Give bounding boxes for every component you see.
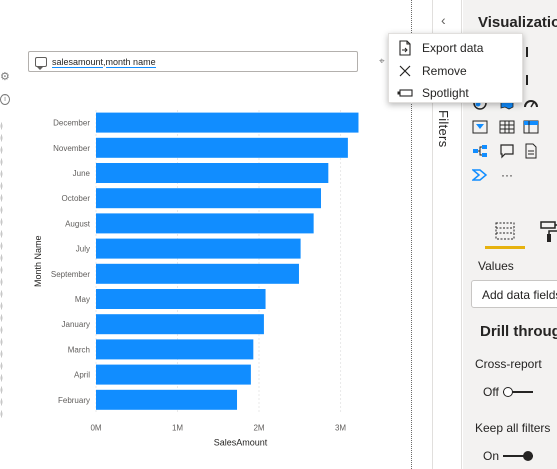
cross-report-switch[interactable] (502, 387, 533, 397)
y-tick-label: August (65, 219, 91, 228)
report-canvas: ⚙ i salesamount,month name ⌖ 0M 1M 2M 3M Dec… (0, 0, 412, 469)
tab-build-visual[interactable] (485, 220, 525, 248)
menu-item-remove[interactable]: Remove (389, 59, 524, 82)
values-well-label: Values (478, 259, 514, 273)
close-icon (397, 63, 413, 79)
x-tick-label: 1M (172, 423, 183, 432)
menu-item-spotlight[interactable]: Spotlight (389, 81, 524, 104)
bar[interactable] (96, 163, 329, 183)
paint-roller-icon (540, 221, 557, 242)
qa-query-part2: month name (105, 56, 156, 68)
menu-label-spotlight: Spotlight (422, 85, 469, 100)
visual-context-menu: Export data Remove Spotlight (388, 33, 523, 103)
y-tick-label: October (62, 194, 91, 203)
tab-format-visual[interactable] (539, 220, 557, 244)
fields-well-icon (495, 222, 515, 240)
bar[interactable] (96, 339, 254, 360)
y-tick-label: July (76, 245, 90, 254)
bar[interactable] (96, 263, 299, 284)
export-icon (397, 39, 413, 56)
y-tick-label: November (53, 144, 90, 153)
bar-chart[interactable]: 0M 1M 2M 3M December November June October Augus… (0, 100, 412, 450)
add-data-fields-drop[interactable]: Add data fields (471, 280, 557, 308)
filters-pane-label[interactable]: Filters (436, 110, 451, 148)
x-tick-label: 3M (335, 423, 346, 432)
visualizations-title: Visualizations (478, 14, 557, 31)
y-tick-label: April (74, 371, 90, 380)
y-tick-label: March (68, 345, 90, 354)
clustered-column-icon[interactable] (522, 42, 540, 60)
menu-label-export-data: Export data (422, 40, 484, 55)
menu-label-remove: Remove (422, 63, 467, 78)
menu-item-export-data[interactable]: Export data (389, 36, 524, 59)
active-tab-indicator (485, 246, 525, 249)
keep-all-filters-toggle[interactable]: On (483, 449, 534, 463)
keep-filters-state: On (483, 449, 500, 463)
cross-report-label: Cross-report (475, 357, 542, 371)
bar[interactable] (96, 137, 348, 158)
gauge-icon[interactable] (522, 94, 540, 112)
bar[interactable] (96, 364, 251, 385)
cross-report-toggle[interactable]: Off (483, 385, 533, 399)
y-tick-label: December (53, 119, 90, 128)
bar[interactable] (96, 112, 359, 133)
bar[interactable] (96, 314, 264, 335)
chevron-left-icon[interactable]: ‹ (441, 12, 446, 28)
cross-report-state: Off (483, 385, 499, 399)
settings-icon[interactable]: ⚙ (0, 71, 10, 83)
bar[interactable] (96, 389, 238, 410)
y-axis-title: Month Name (33, 235, 43, 287)
x-tick-label: 2M (253, 423, 264, 432)
drill-through-title: Drill through (480, 323, 557, 340)
more-visuals-icon[interactable]: ··· (498, 166, 516, 184)
bar[interactable] (96, 289, 266, 309)
bar[interactable] (96, 213, 314, 234)
keep-all-filters-label: Keep all filters (475, 421, 551, 435)
qa-query-text: salesamount,month name (52, 56, 156, 68)
paginated-report-icon[interactable] (522, 142, 540, 160)
y-tick-label: May (75, 295, 90, 304)
y-tick-label: September (51, 270, 90, 279)
spotlight-icon (397, 85, 413, 101)
x-axis-title: SalesAmount (214, 437, 268, 447)
qa-query-part1: salesamount (52, 56, 104, 68)
qa-visual-icon[interactable] (498, 142, 516, 160)
line-clustered-icon[interactable] (522, 70, 540, 88)
y-tick-label: January (62, 320, 90, 329)
power-automate-icon[interactable] (471, 166, 489, 184)
keep-filters-switch[interactable] (503, 451, 534, 461)
x-tick-label: 0M (90, 423, 101, 432)
y-tick-label: June (73, 169, 91, 178)
toggle-knob-off (502, 387, 513, 397)
y-tick-label: February (58, 396, 90, 405)
bar[interactable] (96, 238, 301, 259)
pin-icon[interactable]: ⌖ (379, 56, 385, 67)
toggle-knob-on (523, 451, 534, 461)
qa-chat-icon (35, 56, 47, 70)
table-icon[interactable] (498, 118, 516, 136)
bar-chart-svg: 0M 1M 2M 3M December November June October Augus… (33, 110, 359, 447)
decomposition-tree-icon[interactable] (471, 142, 489, 160)
matrix-icon[interactable] (522, 118, 540, 136)
pane-tabs (477, 220, 557, 249)
bar[interactable] (96, 188, 321, 209)
qa-input[interactable]: salesamount,month name (28, 51, 358, 72)
more-visuals-label: ··· (501, 168, 513, 182)
slicer-icon[interactable] (471, 118, 489, 136)
